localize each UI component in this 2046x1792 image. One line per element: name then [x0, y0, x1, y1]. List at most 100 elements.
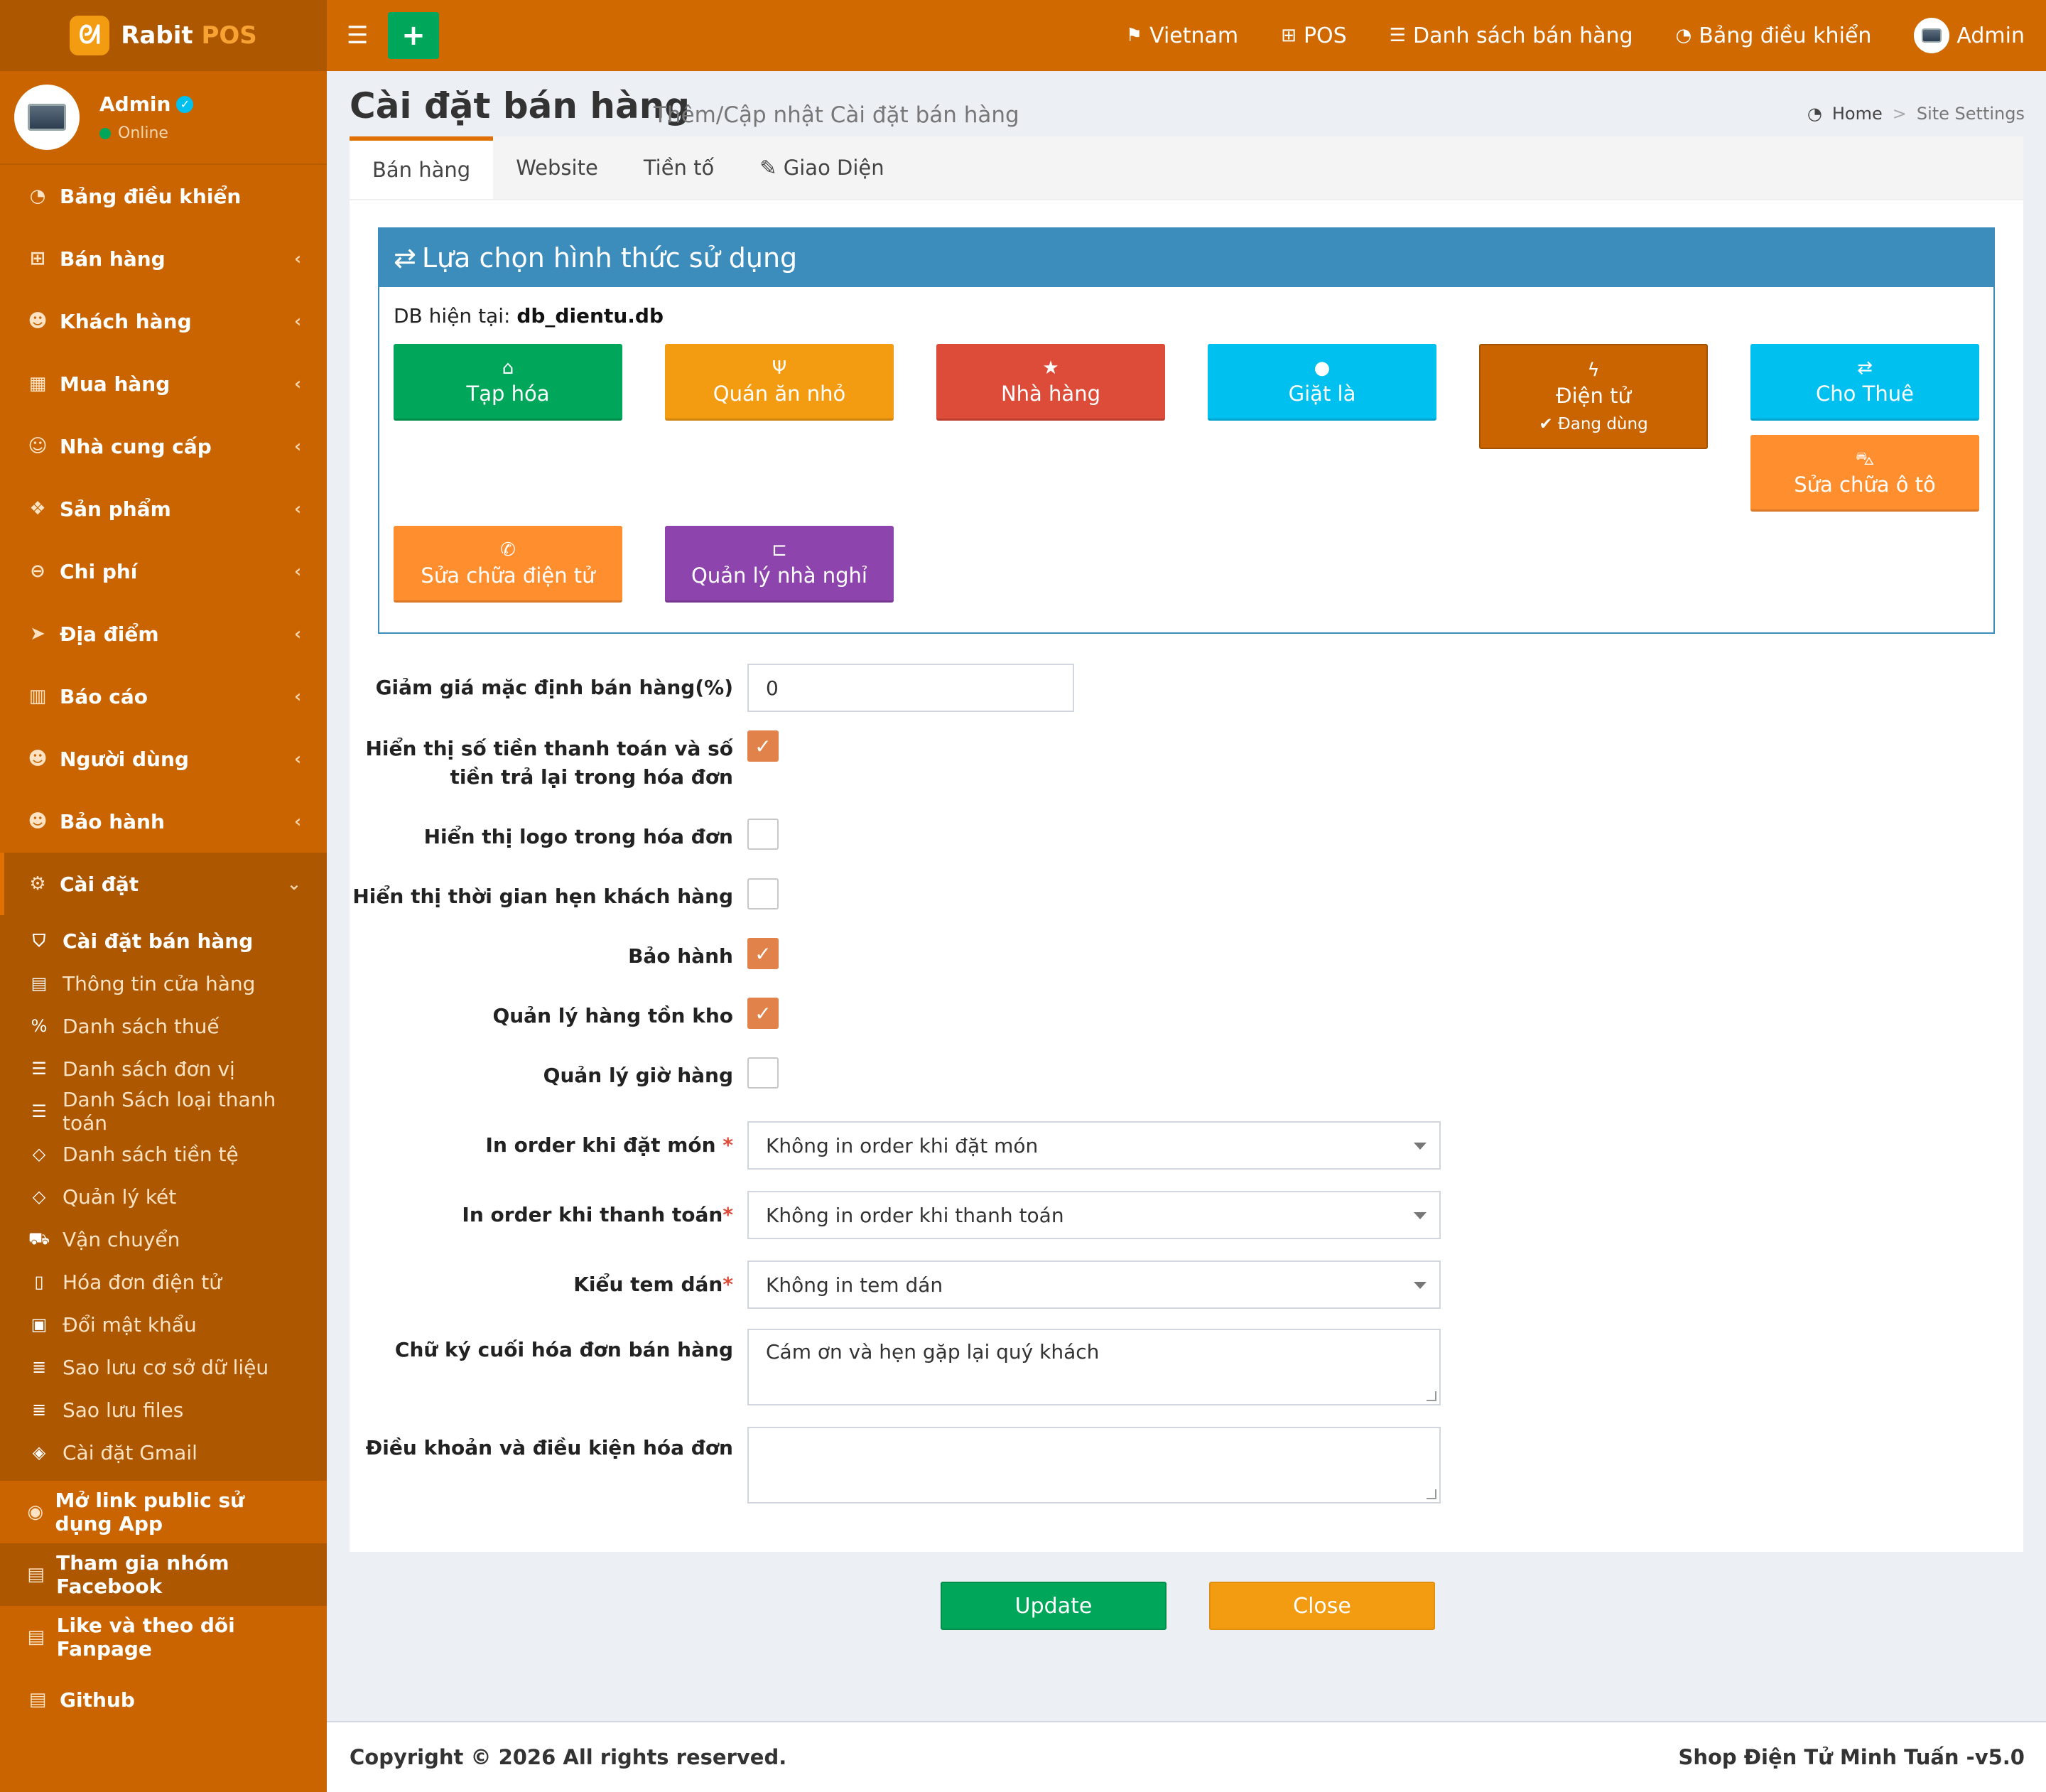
sidebar-item-label: Github — [60, 1688, 135, 1712]
sidebar-item-label: Bán hàng — [60, 247, 166, 271]
show-time-checkbox[interactable] — [747, 878, 779, 910]
code-icon: ◇ — [32, 1187, 46, 1207]
tab-label: Giao Diện — [783, 156, 884, 180]
computer-icon — [28, 104, 66, 131]
signature-textarea[interactable]: Cám ơn và hẹn gặp lại quý khách — [747, 1329, 1441, 1405]
cube-icon: ◈ — [32, 1442, 46, 1462]
submenu-item-change-password[interactable]: ▣ Đổi mật khẩu — [0, 1303, 327, 1346]
sticker-label: Kiểu tem dán — [573, 1273, 723, 1296]
shield-icon: ⛉ — [33, 931, 45, 951]
mode-eatery-button[interactable]: Ψ Quán ăn nhỏ — [665, 344, 894, 421]
sidebar-item-fanpage[interactable]: ▤ Like và theo dõi Fanpage — [0, 1606, 327, 1668]
tab-bar: Bán hàng Website Tiền tố ✎ Giao Diện — [350, 136, 2023, 200]
terms-label: Điều khoản và điều kiện hóa đơn — [365, 1436, 733, 1459]
print-pay-label: In order khi thanh toán — [462, 1203, 723, 1226]
mode-rental-button[interactable]: ⇄ Cho Thuê — [1750, 344, 1979, 421]
nav-pos[interactable]: ⊞ POS — [1260, 0, 1368, 71]
submenu-item-shipping[interactable]: ⛟ Vận chuyển — [0, 1218, 327, 1261]
sidebar-item-github[interactable]: ▤ Github — [0, 1668, 327, 1731]
submenu-item-e-invoice[interactable]: ▯ Hóa đơn điện tử — [0, 1261, 327, 1303]
hamburger-icon[interactable]: ☰ — [347, 21, 378, 50]
resize-handle-icon[interactable] — [1427, 1391, 1436, 1401]
show-paid-checkbox[interactable]: ✓ — [747, 730, 779, 762]
update-button[interactable]: Update — [941, 1582, 1167, 1630]
briefcase-icon: ▤ — [31, 973, 48, 993]
warranty-checkbox[interactable]: ✓ — [747, 938, 779, 969]
submenu-item-currency-list[interactable]: ◇ Danh sách tiền tệ — [0, 1133, 327, 1175]
plus-square-icon: ⊞ — [1281, 25, 1297, 46]
submenu-item-backup-files[interactable]: ≣ Sao lưu files — [0, 1388, 327, 1431]
breadcrumb-current: Site Settings — [1916, 104, 2025, 124]
close-button[interactable]: Close — [1209, 1582, 1435, 1630]
warranty-label: Bảo hành — [628, 944, 733, 968]
mode-restaurant-button[interactable]: ★ Nhà hàng — [936, 344, 1165, 421]
sidebar-item-purchases[interactable]: ▦ Mua hàng ‹ — [0, 352, 327, 415]
discount-input[interactable]: 0 — [747, 664, 1074, 712]
mode-guesthouse-button[interactable]: ⊏ Quản lý nhà nghỉ — [665, 526, 894, 603]
submenu-item-gmail-settings[interactable]: ◈ Cài đặt Gmail — [0, 1431, 327, 1474]
print-order-select[interactable]: Không in order khi đặt món — [747, 1121, 1441, 1170]
add-button[interactable]: + — [388, 12, 439, 59]
sidebar-item-public-link[interactable]: ◉ Mở link public sử dụng App — [0, 1481, 327, 1543]
nav-language[interactable]: ⚑ Vietnam — [1105, 0, 1260, 71]
mode-grocery-button[interactable]: ⌂ Tạp hóa — [394, 344, 622, 421]
tab-prefix[interactable]: Tiền tố — [621, 136, 737, 199]
cubes-icon: ❖ — [29, 498, 46, 519]
plus-icon: + — [401, 19, 426, 52]
sidebar-item-products[interactable]: ❖ Sản phẩm ‹ — [0, 477, 327, 540]
nav-user-menu[interactable]: Admin — [1893, 0, 2046, 71]
tab-website[interactable]: Website — [493, 136, 621, 199]
submenu-item-unit-list[interactable]: ☰ Danh sách đơn vị — [0, 1047, 327, 1090]
submenu-item-sales-settings[interactable]: ⛉ Cài đặt bán hàng — [0, 919, 327, 962]
minus-circle-icon: ⊖ — [30, 561, 45, 582]
mode-label: Điện tử — [1556, 384, 1631, 408]
sticker-select[interactable]: Không in tem dán — [747, 1261, 1441, 1309]
submenu-item-payment-types[interactable]: ☰ Danh Sách loại thanh toán — [0, 1088, 327, 1135]
submenu-item-store-info[interactable]: ▤ Thông tin cửa hàng — [0, 962, 327, 1005]
hours-checkbox[interactable] — [747, 1057, 779, 1089]
sidebar-item-facebook-group[interactable]: ▤ Tham gia nhóm Facebook — [0, 1543, 327, 1606]
terms-textarea[interactable] — [747, 1427, 1441, 1504]
mode-label: Giặt là — [1288, 381, 1356, 406]
inventory-checkbox[interactable]: ✓ — [747, 998, 779, 1029]
globe-icon: ◉ — [27, 1501, 44, 1523]
sidebar-item-locations[interactable]: ➤ Địa điểm ‹ — [0, 603, 327, 665]
logo[interactable]: ᘛ Rabit POS — [0, 0, 327, 71]
sidebar-item-warranty[interactable]: ☻ Bảo hành ‹ — [0, 790, 327, 853]
mode-laundry-button[interactable]: ● Giặt là — [1208, 344, 1436, 421]
sidebar-item-users[interactable]: ☻ Người dùng ‹ — [0, 728, 327, 790]
tint-icon: ● — [1314, 357, 1331, 379]
sidebar-item-suppliers[interactable]: ☺ Nhà cung cấp ‹ — [0, 415, 327, 477]
footer: Copyright © 2026 All rights reserved. Sh… — [327, 1721, 2046, 1792]
sidebar-item-reports[interactable]: ▥ Báo cáo ‹ — [0, 665, 327, 728]
sidebar-item-dashboard[interactable]: ◔ Bảng điều khiển — [0, 165, 327, 227]
mode-car-repair-button[interactable]: ⛍ Sửa chữa ô tô — [1750, 435, 1979, 512]
print-order-value: Không in order khi đặt món — [766, 1133, 1039, 1157]
sidebar-item-expenses[interactable]: ⊖ Chi phí ‹ — [0, 540, 327, 603]
show-logo-checkbox[interactable] — [747, 819, 779, 850]
submenu-item-backup-db[interactable]: ≣ Sao lưu cơ sở dữ liệu — [0, 1346, 327, 1388]
copyright: Copyright © 2026 All rights reserved. — [350, 1745, 787, 1769]
nav-dashboard[interactable]: ◔ Bảng điều khiển — [1655, 0, 1893, 71]
breadcrumb-home[interactable]: Home — [1832, 104, 1883, 124]
sidebar-item-sales[interactable]: ⊞ Bán hàng ‹ — [0, 227, 327, 290]
mode-electronics-button[interactable]: ϟ Điện tử ✔ Đang dùng — [1479, 344, 1708, 449]
star-icon: ★ — [1042, 357, 1059, 379]
tab-sales[interactable]: Bán hàng — [350, 136, 494, 199]
sidebar-item-customers[interactable]: ☻ Khách hàng ‹ — [0, 290, 327, 352]
page-title: Cài đặt bán hàng — [350, 85, 691, 126]
chevron-left-icon: ‹ — [294, 499, 301, 519]
dashboard-icon: ◔ — [1807, 104, 1822, 124]
resize-handle-icon[interactable] — [1427, 1489, 1436, 1499]
sidebar-item-settings[interactable]: ⚙ Cài đặt ⌄ — [0, 853, 327, 915]
list-icon: ☰ — [1389, 25, 1406, 46]
submenu-item-cash-register[interactable]: ◇ Quản lý két — [0, 1175, 327, 1218]
database-icon: ≣ — [31, 1357, 47, 1377]
tab-theme[interactable]: ✎ Giao Diện — [737, 136, 906, 199]
mode-electronic-repair-button[interactable]: ✆ Sửa chữa điện tử — [394, 526, 622, 603]
submenu-item-tax-list[interactable]: % Danh sách thuế — [0, 1005, 327, 1047]
caret-down-icon — [1414, 1212, 1427, 1219]
nav-sales-list[interactable]: ☰ Danh sách bán hàng — [1368, 0, 1655, 71]
print-pay-select[interactable]: Không in order khi thanh toán — [747, 1191, 1441, 1239]
database-icon: ≣ — [31, 1400, 47, 1420]
